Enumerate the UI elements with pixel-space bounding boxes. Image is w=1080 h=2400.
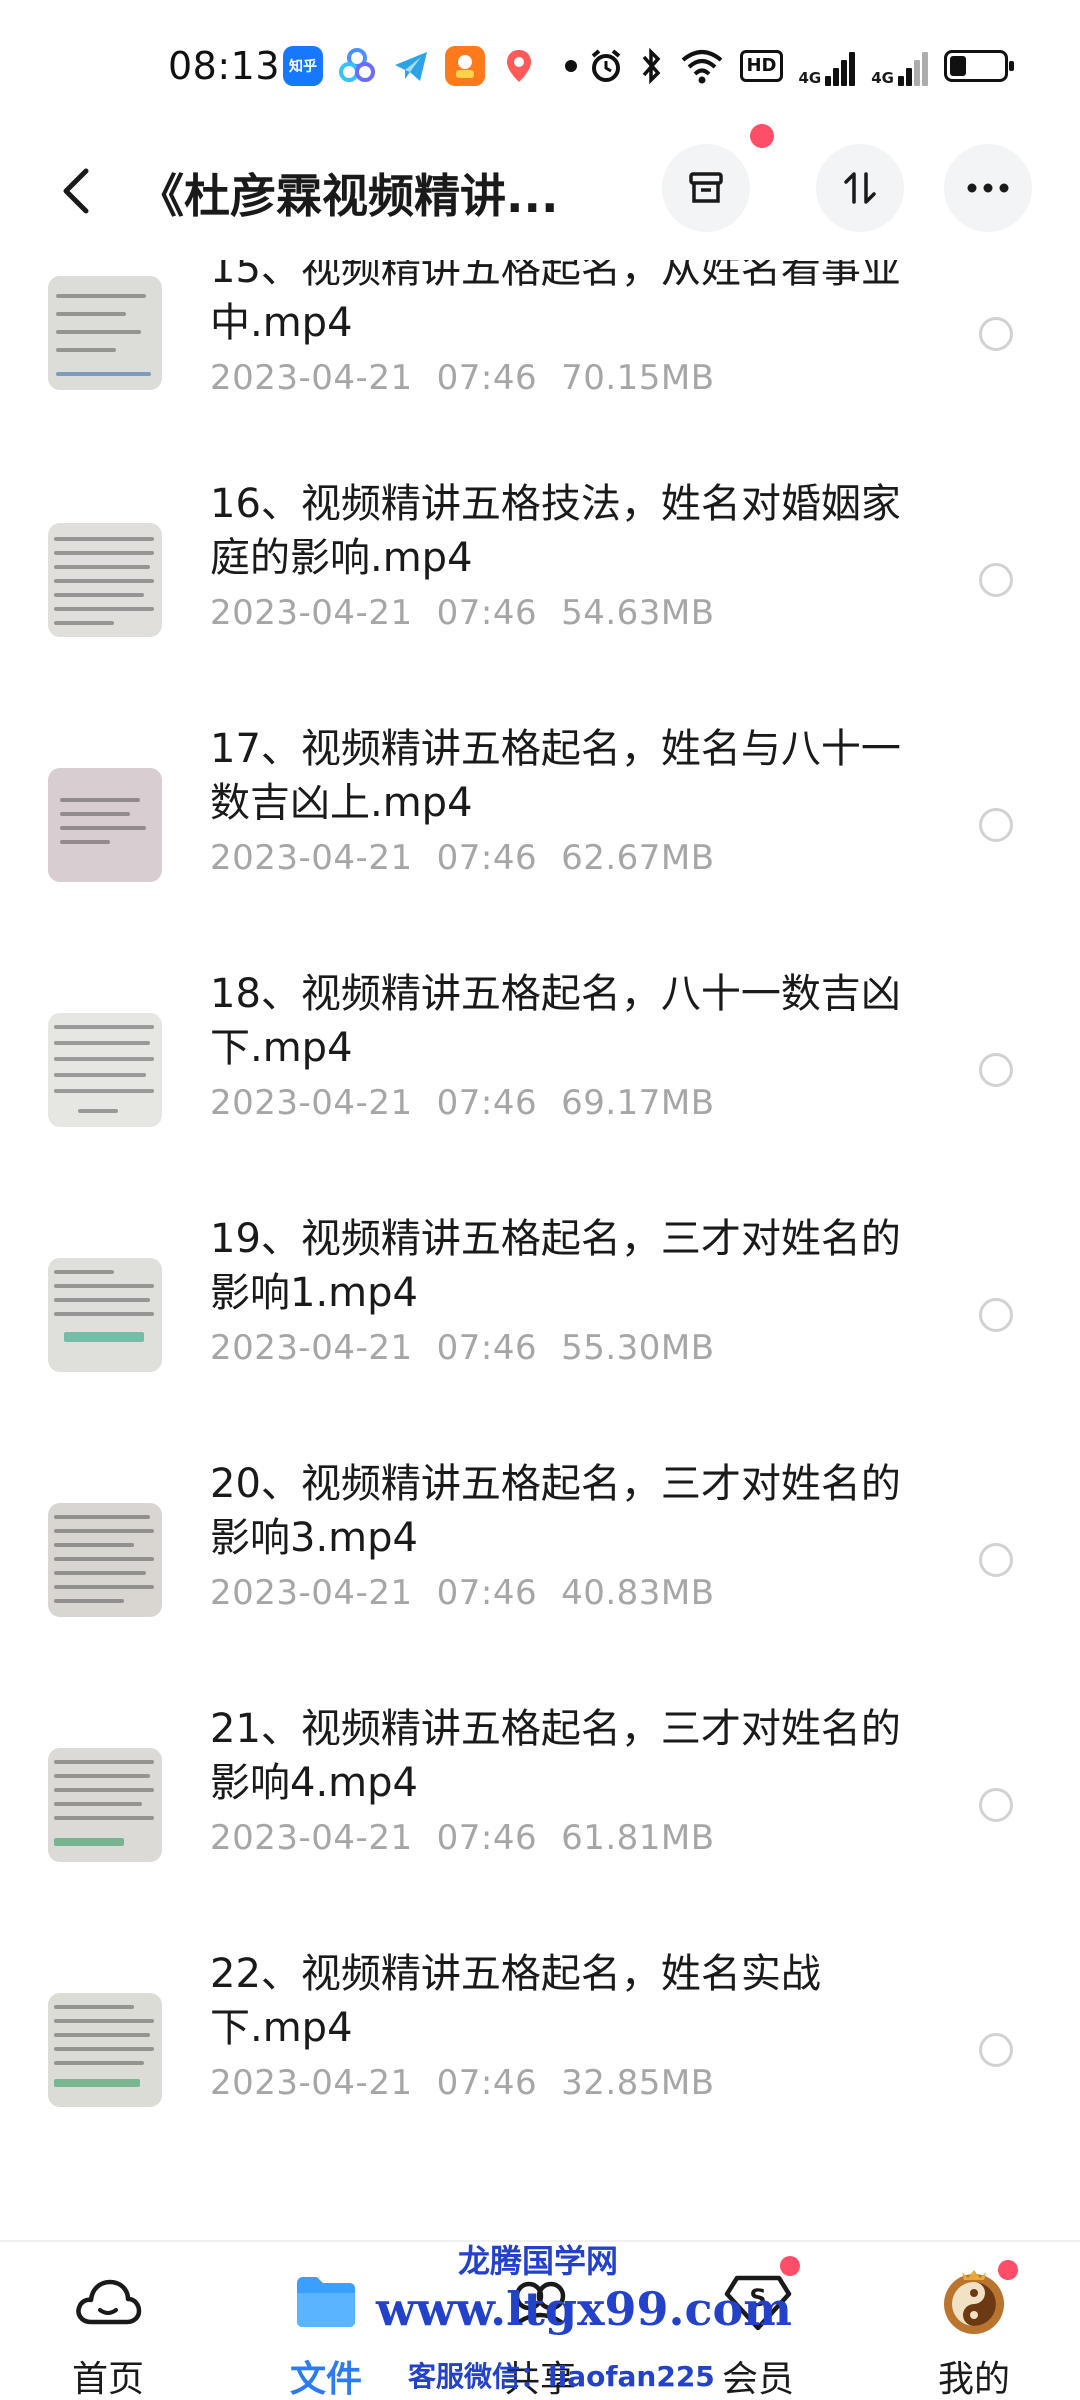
file-meta: 2023-04-21 07:46 55.30MB	[210, 1328, 715, 1368]
mine-notification-dot	[998, 2260, 1018, 2280]
app-header: 《杜彦霖视频精讲...	[0, 124, 1080, 250]
page-title: 《杜彦霖视频精讲...	[138, 169, 558, 223]
select-radio[interactable]	[979, 1053, 1013, 1087]
more-dots-icon	[967, 183, 1009, 193]
file-name: 22、视频精讲五格起名，姓名实战下.mp4	[210, 1951, 821, 2051]
select-radio[interactable]	[979, 2033, 1013, 2067]
archive-notification-dot	[750, 124, 774, 148]
file-name: 21、视频精讲五格起名，三才对姓名的影响4.mp4	[210, 1706, 901, 1806]
file-name: 20、视频精讲五格起名，三才对姓名的影响3.mp4	[210, 1461, 901, 1561]
sort-arrows-icon	[844, 172, 876, 204]
file-item[interactable]: 18、视频精讲五格起名，八十一数吉凶下.mp4 2023-04-21 07:46 6…	[0, 971, 1080, 1220]
screen: 08:13 知乎 HD 4G 4G 《杜彦霖视频精讲... 15、视频精讲五格起…	[0, 0, 1080, 2400]
file-meta: 2023-04-21 07:46 54.63MB	[210, 593, 715, 633]
battery-icon	[944, 50, 1014, 82]
chevron-left-icon	[63, 168, 89, 214]
video-thumbnail	[48, 1013, 162, 1127]
select-radio[interactable]	[979, 317, 1013, 351]
video-thumbnail	[48, 523, 162, 637]
nav-item-home[interactable]: 首页	[38, 2242, 178, 2400]
nav-label-files: 文件	[289, 2359, 362, 2400]
file-item[interactable]: 19、视频精讲五格起名，三才对姓名的影响1.mp4 2023-04-21 07:4…	[0, 1216, 1080, 1465]
video-thumbnail	[48, 1748, 162, 1862]
wifi-icon	[680, 46, 724, 86]
back-button[interactable]	[46, 156, 106, 226]
archive-box-icon	[689, 172, 723, 203]
status-time: 08:13	[168, 44, 281, 88]
nav-label-mine: 我的	[937, 2359, 1010, 2400]
status-bar: 08:13 知乎 HD 4G 4G	[0, 0, 1080, 130]
zhihu-icon: 知乎	[283, 46, 323, 86]
nav-item-mine[interactable]: 我的	[904, 2242, 1044, 2400]
file-item[interactable]: 16、视频精讲五格技法，姓名对婚姻家庭的影响.mp4 2023-04-21 07:…	[0, 481, 1080, 730]
video-thumbnail	[48, 276, 162, 390]
folder-icon	[288, 2264, 364, 2340]
nav-label-home: 首页	[71, 2359, 144, 2400]
nav-item-files[interactable]: 文件	[256, 2242, 396, 2400]
select-radio[interactable]	[979, 808, 1013, 842]
archive-button[interactable]	[662, 144, 750, 232]
signal-4g-secondary-icon: 4G	[871, 46, 928, 86]
video-thumbnail	[48, 1993, 162, 2107]
avatar-icon	[936, 2260, 1018, 2340]
nav-label-member: 会员	[721, 2359, 794, 2400]
sort-button[interactable]	[816, 144, 904, 232]
file-meta: 2023-04-21 07:46 40.83MB	[210, 1573, 715, 1613]
orange-app-icon	[445, 46, 485, 86]
status-app-icons: 知乎	[283, 46, 577, 86]
file-meta: 2023-04-21 07:46 70.15MB	[210, 358, 715, 398]
file-item[interactable]: 22、视频精讲五格起名，姓名实战下.mp4 2023-04-21 07:46 32.…	[0, 1951, 1080, 2200]
file-meta: 2023-04-21 07:46 61.81MB	[210, 1818, 715, 1858]
signal-4g-icon: 4G	[799, 46, 856, 86]
video-thumbnail	[48, 1258, 162, 1372]
watermark-url: www.ltgx99.com	[376, 2282, 792, 2336]
select-radio[interactable]	[979, 1788, 1013, 1822]
video-thumbnail	[48, 768, 162, 882]
select-radio[interactable]	[979, 1298, 1013, 1332]
notification-dot-icon	[565, 60, 577, 72]
cluster-app-icon	[337, 46, 377, 86]
select-radio[interactable]	[979, 1543, 1013, 1577]
file-name: 17、视频精讲五格起名，姓名与八十一数吉凶上.mp4	[210, 726, 901, 826]
file-name: 18、视频精讲五格起名，八十一数吉凶下.mp4	[210, 971, 901, 1071]
hd-voice-icon: HD	[740, 46, 783, 86]
more-button[interactable]	[944, 144, 1032, 232]
video-thumbnail	[48, 1503, 162, 1617]
file-item[interactable]: 17、视频精讲五格起名，姓名与八十一数吉凶上.mp4 2023-04-21 07:…	[0, 726, 1080, 975]
file-item[interactable]: 21、视频精讲五格起名，三才对姓名的影响4.mp4 2023-04-21 07:4…	[0, 1706, 1080, 1955]
map-pin-app-icon	[499, 46, 539, 86]
battery-level	[950, 56, 966, 76]
select-radio[interactable]	[979, 563, 1013, 597]
status-system-icons: HD 4G 4G	[588, 46, 1014, 86]
bluetooth-icon	[640, 46, 664, 86]
file-name: 19、视频精讲五格起名，三才对姓名的影响1.mp4	[210, 1216, 901, 1316]
file-name: 16、视频精讲五格技法，姓名对婚姻家庭的影响.mp4	[210, 481, 901, 581]
watermark-site-name: 龙腾国学网	[458, 2242, 619, 2280]
file-meta: 2023-04-21 07:46 62.67MB	[210, 838, 715, 878]
file-list: 15、视频精讲五格起名，从姓名看事业中.mp4 2023-04-21 07:46 7…	[0, 260, 1080, 2220]
file-item[interactable]: 20、视频精讲五格起名，三才对姓名的影响3.mp4 2023-04-21 07:4…	[0, 1461, 1080, 1710]
member-notification-dot	[780, 2256, 800, 2276]
cloud-home-icon	[70, 2264, 146, 2340]
telegram-icon	[391, 46, 431, 86]
file-meta: 2023-04-21 07:46 69.17MB	[210, 1083, 715, 1123]
file-name: 15、视频精讲五格起名，从姓名看事业中.mp4	[210, 260, 901, 346]
watermark-contact: 客服微信：liaofan225	[408, 2360, 715, 2393]
file-meta: 2023-04-21 07:46 32.85MB	[210, 2063, 715, 2103]
file-item[interactable]: 15、视频精讲五格起名，从姓名看事业中.mp4 2023-04-21 07:46 7…	[0, 260, 1080, 485]
alarm-icon	[588, 46, 624, 86]
